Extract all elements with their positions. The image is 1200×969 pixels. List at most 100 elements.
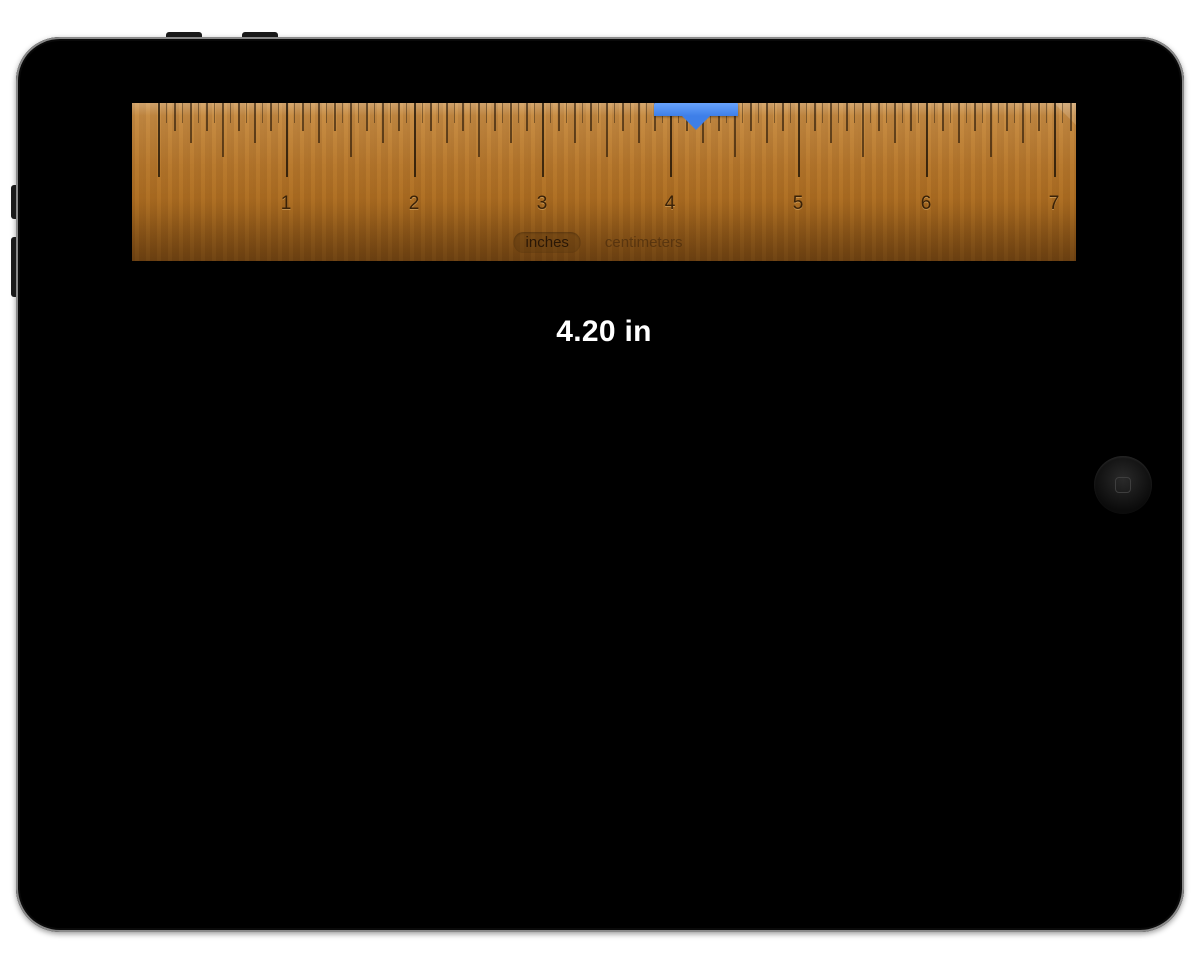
- tick-mark: [558, 103, 560, 131]
- tick-mark: [406, 103, 407, 123]
- tick-mark: [350, 103, 352, 157]
- tick-mark: [582, 103, 583, 123]
- marker-arrow-icon: [682, 116, 710, 130]
- tick-mark: [1030, 103, 1031, 123]
- tick-mark: [222, 103, 224, 157]
- tick-mark: [1014, 103, 1015, 123]
- tick-mark: [334, 103, 336, 131]
- tick-mark: [766, 103, 768, 143]
- tick-mark: [990, 103, 992, 157]
- tick-mark: [446, 103, 448, 143]
- tick-mark: [630, 103, 631, 123]
- tick-mark: [166, 103, 167, 123]
- tick-mark: [454, 103, 455, 123]
- ruler-number: 6: [921, 193, 932, 215]
- tick-mark: [462, 103, 464, 131]
- tick-mark: [374, 103, 375, 123]
- measurement-readout: 4.20 in: [556, 315, 651, 349]
- tick-mark: [1022, 103, 1024, 143]
- tick-mark: [262, 103, 263, 123]
- tick-mark: [422, 103, 423, 123]
- tick-mark: [358, 103, 359, 123]
- tick-mark: [550, 103, 551, 123]
- tick-mark: [822, 103, 823, 123]
- tick-mark: [998, 103, 999, 123]
- tick-mark: [238, 103, 240, 131]
- tick-mark: [278, 103, 279, 123]
- marker-handle-icon: [654, 103, 738, 116]
- tick-mark: [574, 103, 576, 143]
- tick-mark: [270, 103, 272, 131]
- ruler-number: 5: [793, 193, 804, 215]
- tick-mark: [814, 103, 816, 131]
- tick-mark: [1070, 103, 1072, 131]
- ruler-number: 2: [409, 193, 420, 215]
- tick-mark: [894, 103, 896, 143]
- tick-mark: [158, 103, 160, 177]
- tick-mark: [742, 103, 743, 123]
- app-screen: 1234567 inches centimeters 4.20 in: [132, 103, 1076, 875]
- tick-mark: [606, 103, 608, 157]
- tick-mark: [486, 103, 487, 123]
- physical-switch-icon: [11, 237, 16, 297]
- tick-mark: [798, 103, 800, 177]
- tick-mark: [1054, 103, 1056, 177]
- tick-mark: [862, 103, 864, 157]
- tick-mark: [174, 103, 176, 131]
- tick-mark: [830, 103, 832, 143]
- tick-mark: [982, 103, 983, 123]
- device-bezel: 1234567 inches centimeters 4.20 in: [20, 41, 1180, 928]
- tick-mark: [878, 103, 880, 131]
- physical-switch-icon: [11, 185, 16, 219]
- tick-mark: [318, 103, 320, 143]
- tick-mark: [494, 103, 496, 131]
- ruler-marker[interactable]: [654, 103, 738, 130]
- tick-mark: [590, 103, 592, 131]
- tick-mark: [638, 103, 640, 143]
- ruler-number: 1: [281, 193, 292, 215]
- physical-button-icon: [242, 32, 278, 37]
- tick-mark: [966, 103, 967, 123]
- unit-centimeters-button[interactable]: centimeters: [593, 232, 695, 253]
- tick-mark: [870, 103, 871, 123]
- tick-mark: [390, 103, 391, 123]
- tick-mark: [838, 103, 839, 123]
- tick-mark: [942, 103, 944, 131]
- tick-mark: [342, 103, 343, 123]
- tick-mark: [806, 103, 807, 123]
- tick-mark: [438, 103, 439, 123]
- tick-mark: [478, 103, 480, 157]
- tick-mark: [934, 103, 935, 123]
- tick-mark: [246, 103, 247, 123]
- tick-mark: [182, 103, 183, 123]
- tick-mark: [302, 103, 304, 131]
- ruler-number: 4: [665, 193, 676, 215]
- tick-mark: [918, 103, 919, 123]
- tick-mark: [294, 103, 295, 123]
- tick-mark: [598, 103, 599, 123]
- tick-mark: [382, 103, 384, 143]
- tick-mark: [310, 103, 311, 123]
- tick-mark: [430, 103, 432, 131]
- tick-mark: [542, 103, 544, 177]
- unit-inches-button[interactable]: inches: [514, 232, 581, 253]
- tick-mark: [1062, 103, 1063, 123]
- ruler-number: 7: [1049, 193, 1060, 215]
- tick-mark: [774, 103, 775, 123]
- ipad-device-frame: 1234567 inches centimeters 4.20 in: [16, 37, 1184, 932]
- tick-mark: [534, 103, 535, 123]
- home-button[interactable]: [1094, 456, 1152, 514]
- tick-mark: [926, 103, 928, 177]
- tick-mark: [886, 103, 887, 123]
- tick-mark: [622, 103, 624, 131]
- volume-buttons: [166, 32, 286, 37]
- tick-mark: [1006, 103, 1008, 131]
- tick-mark: [286, 103, 288, 177]
- home-icon: [1115, 477, 1131, 493]
- tick-mark: [206, 103, 208, 131]
- tick-mark: [854, 103, 855, 123]
- tick-mark: [214, 103, 215, 123]
- ruler-strip[interactable]: 1234567 inches centimeters: [132, 103, 1076, 261]
- tick-mark: [518, 103, 519, 123]
- physical-button-icon: [166, 32, 202, 37]
